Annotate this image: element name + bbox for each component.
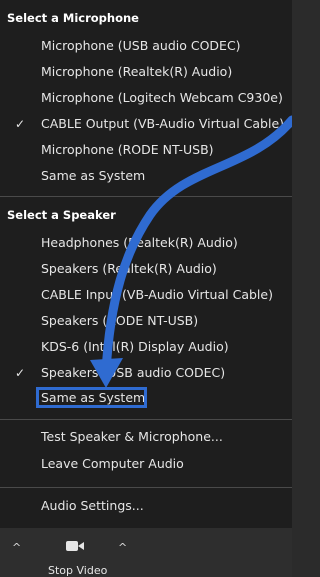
menu-item-label: Microphone (Realtek(R) Audio) <box>41 64 233 79</box>
menu-item-label: CABLE Output (VB-Audio Virtual Cable) <box>41 116 285 131</box>
menu-item-spk-speakers-realtek[interactable]: Speakers (Realtek(R) Audio) <box>0 257 292 281</box>
meeting-toolbar: ^ ^ <box>0 528 292 577</box>
menu-item-mic-usb-codec[interactable]: Microphone (USB audio CODEC) <box>0 34 292 58</box>
video-options-caret-icon[interactable]: ^ <box>118 541 127 554</box>
menu-item-spk-usb-codec[interactable]: ✓ Speakers (USB audio CODEC) <box>0 361 292 385</box>
menu-item-mic-same-as-system[interactable]: Same as System <box>0 164 292 188</box>
audio-menu: Select a Microphone Microphone (USB audi… <box>0 0 292 528</box>
audio-options-caret-icon[interactable]: ^ <box>12 541 21 554</box>
menu-item-mic-logitech[interactable]: Microphone (Logitech Webcam C930e) <box>0 86 292 110</box>
menu-item-label: Same as System <box>41 168 146 183</box>
microphone-section-header: Select a Microphone <box>7 11 139 25</box>
menu-item-mic-realtek[interactable]: Microphone (Realtek(R) Audio) <box>0 60 292 84</box>
menu-item-mic-cable-output[interactable]: ✓ CABLE Output (VB-Audio Virtual Cable) <box>0 112 292 136</box>
menu-item-label: KDS-6 (Intel(R) Display Audio) <box>41 339 229 354</box>
test-speaker-microphone-item[interactable]: Test Speaker & Microphone... <box>0 425 292 449</box>
separator <box>0 419 292 420</box>
menu-item-label: Leave Computer Audio <box>41 456 184 471</box>
menu-item-mic-rode[interactable]: Microphone (RODE NT-USB) <box>0 138 292 162</box>
menu-item-label: Test Speaker & Microphone... <box>41 429 223 444</box>
video-camera-icon[interactable] <box>66 540 84 552</box>
checkmark-icon: ✓ <box>15 366 26 380</box>
checkmark-icon: ✓ <box>15 117 26 131</box>
menu-item-spk-cable-input[interactable]: CABLE Input (VB-Audio Virtual Cable) <box>0 283 292 307</box>
menu-item-label: Microphone (RODE NT-USB) <box>41 142 214 157</box>
highlight-box <box>36 387 147 408</box>
menu-item-label: CABLE Input (VB-Audio Virtual Cable) <box>41 287 273 302</box>
stop-video-button[interactable]: Stop Video <box>48 564 107 577</box>
menu-item-label: Microphone (Logitech Webcam C930e) <box>41 90 283 105</box>
menu-item-label: Speakers (Realtek(R) Audio) <box>41 261 217 276</box>
menu-item-spk-kds6[interactable]: KDS-6 (Intel(R) Display Audio) <box>0 335 292 359</box>
menu-item-label: Speakers (USB audio CODEC) <box>41 365 226 380</box>
menu-item-label: Speakers (RODE NT-USB) <box>41 313 199 328</box>
menu-item-spk-headphones-realtek[interactable]: Headphones (Realtek(R) Audio) <box>0 231 292 255</box>
audio-settings-item[interactable]: Audio Settings... <box>0 494 292 518</box>
menu-item-label: Microphone (USB audio CODEC) <box>41 38 241 53</box>
speaker-section-header: Select a Speaker <box>7 208 116 222</box>
menu-item-label: Audio Settings... <box>41 498 144 513</box>
menu-item-label: Headphones (Realtek(R) Audio) <box>41 235 238 250</box>
menu-item-spk-rode[interactable]: Speakers (RODE NT-USB) <box>0 309 292 333</box>
leave-computer-audio-item[interactable]: Leave Computer Audio <box>0 452 292 476</box>
separator <box>0 196 292 197</box>
separator <box>0 487 292 488</box>
